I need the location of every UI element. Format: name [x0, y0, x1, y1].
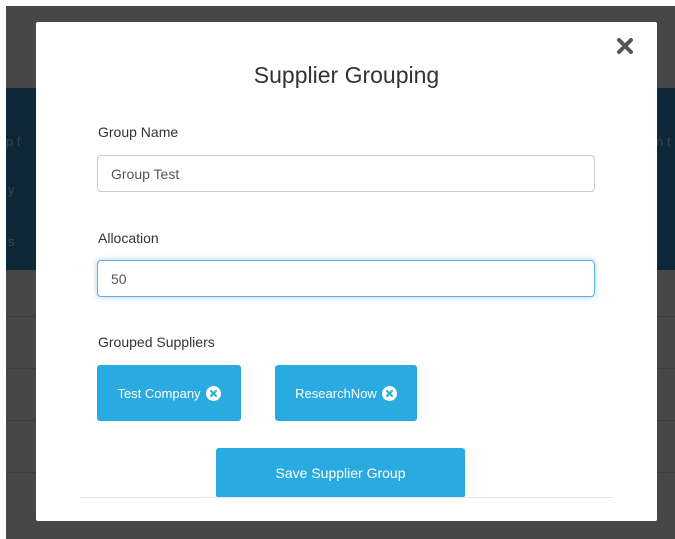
remove-circle-icon[interactable] — [381, 385, 397, 401]
save-supplier-group-button[interactable]: Save Supplier Group — [216, 448, 465, 498]
group-name-label: Group Name — [98, 124, 179, 140]
allocation-label: Allocation — [98, 230, 159, 246]
remove-circle-icon[interactable] — [205, 385, 221, 401]
allocation-input[interactable] — [97, 260, 595, 297]
modal-title: Supplier Grouping — [253, 62, 440, 88]
supplier-chip-researchnow[interactable]: ResearchNow — [275, 365, 417, 421]
supplier-grouping-modal: Supplier Grouping Group Name Allocation … — [36, 22, 657, 521]
supplier-chip-label: ResearchNow — [295, 385, 377, 401]
grouped-suppliers-label: Grouped Suppliers — [98, 334, 215, 350]
close-icon — [617, 38, 633, 54]
modal-footer-divider — [80, 497, 613, 498]
close-button[interactable] — [615, 36, 635, 56]
supplier-chip-label: Test Company — [117, 385, 201, 401]
supplier-chip-test-company[interactable]: Test Company — [97, 365, 241, 421]
group-name-input[interactable] — [97, 155, 595, 192]
